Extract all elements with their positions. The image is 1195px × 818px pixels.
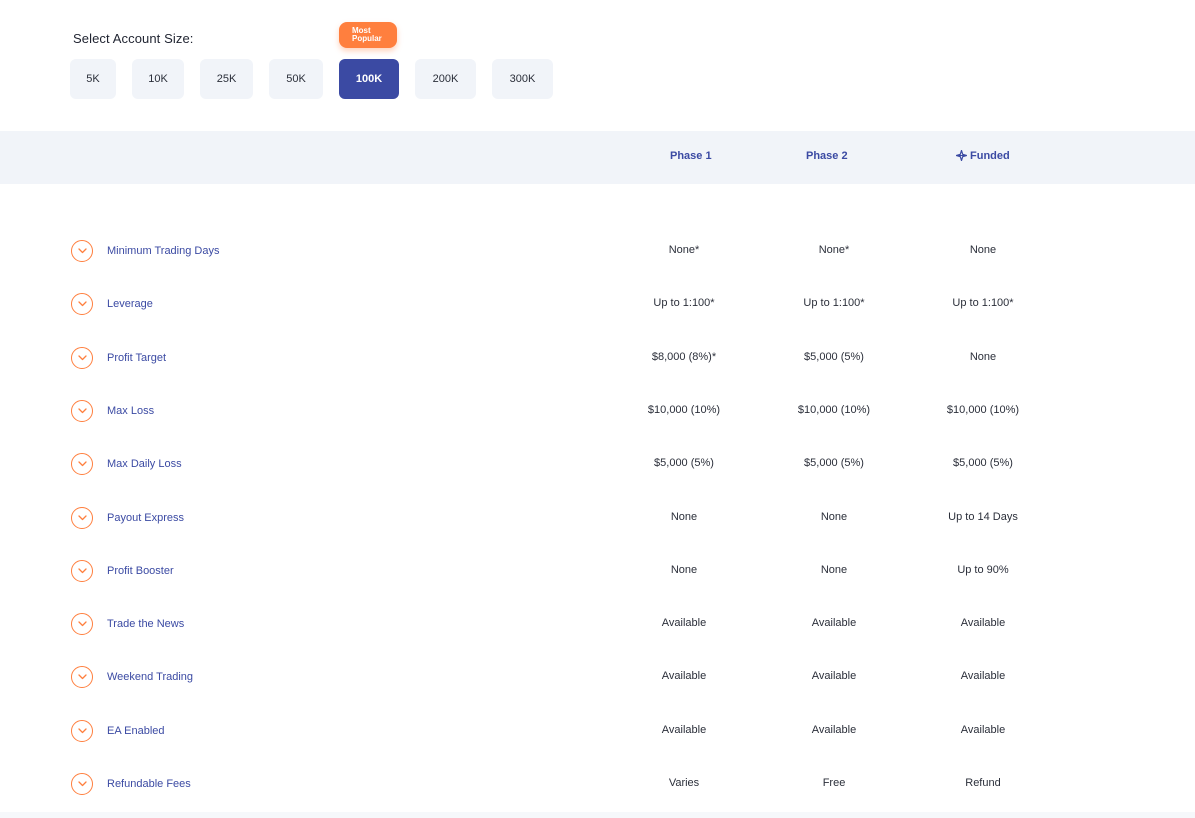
table-row: Trade the News Available Available Availabl… <box>0 609 1195 639</box>
row-label[interactable]: EA Enabled <box>107 725 165 737</box>
size-button-200k[interactable]: 200K <box>415 59 476 99</box>
bottom-band <box>0 812 1195 818</box>
most-popular-badge: Most Popular <box>339 22 397 48</box>
cell-phase-2: $5,000 (5%) <box>804 457 864 469</box>
chevron-down-icon[interactable] <box>71 773 93 795</box>
row-label[interactable]: Profit Booster <box>107 565 174 577</box>
table-row: Payout Express None None Up to 14 Days <box>0 503 1195 533</box>
cell-phase-2: Available <box>811 617 857 629</box>
cell-phase-1: Varies <box>668 777 700 789</box>
cell-funded: Up to 90% <box>957 564 1009 576</box>
row-label[interactable]: Max Daily Loss <box>107 458 182 470</box>
table-row: Max Loss $10,000 (10%) $10,000 (10%) $10,00… <box>0 396 1195 426</box>
cell-phase-2: None <box>820 511 848 523</box>
size-button-5k[interactable]: 5K <box>70 59 116 99</box>
table-header-band <box>0 131 1195 184</box>
row-label[interactable]: Profit Target <box>107 352 166 364</box>
chevron-down-icon[interactable] <box>71 720 93 742</box>
chevron-down-icon[interactable] <box>71 507 93 529</box>
chevron-down-icon[interactable] <box>71 613 93 635</box>
chevron-down-icon[interactable] <box>71 400 93 422</box>
row-label[interactable]: Payout Express <box>107 512 184 524</box>
cell-phase-1: $10,000 (10%) <box>647 404 721 416</box>
size-button-300k[interactable]: 300K <box>492 59 553 99</box>
table-row: Refundable Fees Varies Free Refund <box>0 769 1195 799</box>
cell-funded: Available <box>960 670 1006 682</box>
row-label[interactable]: Trade the News <box>107 618 184 630</box>
cell-funded: Up to 14 Days <box>948 511 1018 523</box>
cell-phase-2: $10,000 (10%) <box>797 404 871 416</box>
cell-funded: $5,000 (5%) <box>953 457 1013 469</box>
funded-icon <box>955 149 968 164</box>
chevron-down-icon[interactable] <box>71 453 93 475</box>
funded-label: Funded <box>970 150 1010 162</box>
row-label[interactable]: Max Loss <box>107 405 154 417</box>
cell-phase-1: $8,000 (8%)* <box>651 351 717 363</box>
table-row: Profit Target $8,000 (8%)* $5,000 (5%) None <box>0 343 1195 373</box>
size-button-25k[interactable]: 25K <box>200 59 253 99</box>
badge-line-2: Popular <box>352 34 382 43</box>
size-button-50k[interactable]: 50K <box>269 59 323 99</box>
size-button-10k[interactable]: 10K <box>132 59 184 99</box>
account-size-label: Select Account Size: <box>73 31 194 46</box>
cell-phase-1: Available <box>661 617 707 629</box>
table-row: Profit Booster None None Up to 90% <box>0 556 1195 586</box>
chevron-down-icon[interactable] <box>71 293 93 315</box>
cell-funded: None <box>969 351 997 363</box>
column-header-phase-1: Phase 1 <box>670 150 712 162</box>
row-label[interactable]: Weekend Trading <box>107 671 193 683</box>
table-row: Max Daily Loss $5,000 (5%) $5,000 (5%) $5,0… <box>0 449 1195 479</box>
cell-funded: $10,000 (10%) <box>946 404 1020 416</box>
cell-phase-1: Available <box>661 670 707 682</box>
column-header-funded: Funded <box>955 149 1010 164</box>
chevron-down-icon[interactable] <box>71 347 93 369</box>
row-label[interactable]: Refundable Fees <box>107 778 191 790</box>
column-header-phase-2: Phase 2 <box>806 150 848 162</box>
cell-phase-2: Up to 1:100* <box>803 297 865 309</box>
cell-phase-2: Available <box>811 670 857 682</box>
chevron-down-icon[interactable] <box>71 240 93 262</box>
row-label[interactable]: Leverage <box>107 298 153 310</box>
size-button-100k[interactable]: 100K <box>339 59 399 99</box>
cell-phase-2: Available <box>811 724 857 736</box>
cell-phase-2: $5,000 (5%) <box>804 351 864 363</box>
cell-phase-1: None <box>670 564 698 576</box>
cell-funded: None <box>969 244 997 256</box>
cell-funded: Refund <box>965 777 1001 789</box>
chevron-down-icon[interactable] <box>71 666 93 688</box>
chevron-down-icon[interactable] <box>71 560 93 582</box>
cell-phase-1: None* <box>668 244 700 256</box>
row-label[interactable]: Minimum Trading Days <box>107 245 219 257</box>
cell-phase-2: None <box>820 564 848 576</box>
cell-funded: Up to 1:100* <box>952 297 1014 309</box>
table-row: EA Enabled Available Available Available <box>0 716 1195 746</box>
cell-phase-1: Up to 1:100* <box>653 297 715 309</box>
cell-phase-1: Available <box>661 724 707 736</box>
table-row: Leverage Up to 1:100* Up to 1:100* Up to 1:… <box>0 289 1195 319</box>
cell-phase-1: None <box>670 511 698 523</box>
table-row: Minimum Trading Days None* None* None <box>0 236 1195 266</box>
table-row: Weekend Trading Available Available Availab… <box>0 662 1195 692</box>
cell-phase-1: $5,000 (5%) <box>654 457 714 469</box>
cell-phase-2: None* <box>818 244 850 256</box>
cell-phase-2: Free <box>822 777 846 789</box>
cell-funded: Available <box>960 724 1006 736</box>
cell-funded: Available <box>960 617 1006 629</box>
